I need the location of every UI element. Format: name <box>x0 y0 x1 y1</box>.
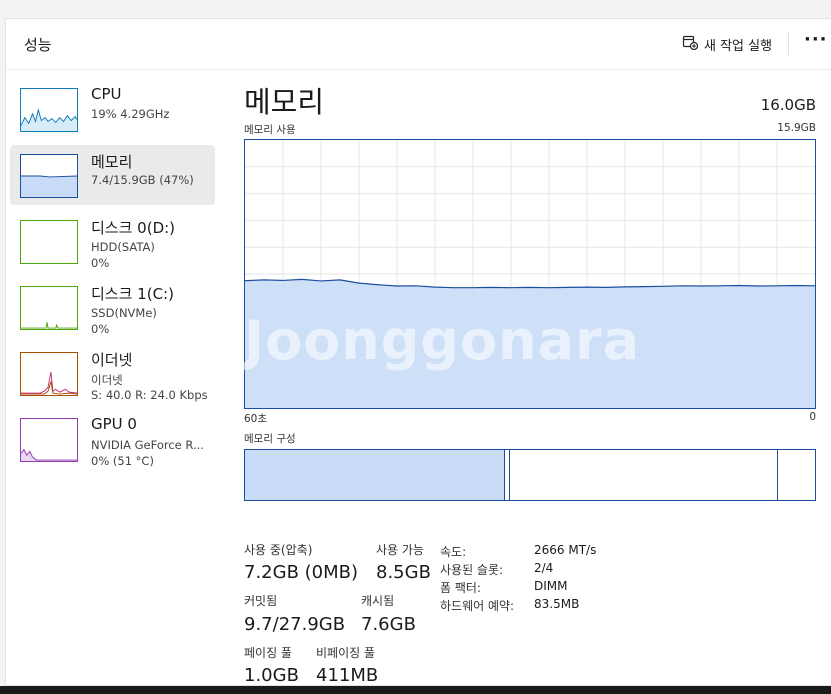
form-factor-value: DIMM <box>534 579 568 593</box>
cached-label: 캐시됨 <box>361 594 395 608</box>
top-strip <box>0 0 831 18</box>
composition-standby <box>510 450 778 500</box>
committed-label: 커밋됨 <box>244 594 278 608</box>
disk0-thumbnail-graph <box>20 220 78 264</box>
page-title: 성능 <box>24 36 52 54</box>
run-new-task-button[interactable]: 새 작업 실행 <box>682 34 772 54</box>
disk1-thumbnail-graph <box>20 286 78 330</box>
panel-title: 메모리 <box>244 85 325 119</box>
slots-used-key: 사용된 슬롯: <box>440 563 504 577</box>
available-label: 사용 가능 <box>376 543 424 557</box>
composition-label: 메모리 구성 <box>244 433 296 445</box>
cached-value: 7.6GB <box>361 614 416 635</box>
task-manager-window: 성능 새 작업 실행 ··· CPU 19% 4.29GHz 메모리 7.4/1… <box>5 18 831 686</box>
usage-graph-max: 15.9GB <box>777 122 816 134</box>
slots-used-value: 2/4 <box>534 561 554 575</box>
sidebar-item-usage: 0% <box>91 256 110 270</box>
sidebar-item-ethernet[interactable]: 이더넷 이더넷 S: 40.0 R: 24.0 Kbps <box>10 343 215 403</box>
time-axis-end: 0 <box>809 411 816 423</box>
hardware-reserved-key: 하드웨어 예약: <box>440 599 515 613</box>
new-task-icon <box>682 34 699 54</box>
hardware-reserved-value: 83.5MB <box>534 597 580 611</box>
header-bar: 성능 새 작업 실행 ··· <box>6 19 831 70</box>
usage-area <box>245 279 815 408</box>
more-options-button[interactable]: ··· <box>804 29 828 50</box>
nonpaged-pool-label: 비페이징 풀 <box>316 646 376 660</box>
in-use-label: 사용 중(압축) <box>244 543 313 557</box>
in-use-value: 7.2GB (0MB) <box>244 562 359 583</box>
sidebar-item-name: CPU <box>91 85 122 103</box>
memory-thumbnail-graph <box>20 154 78 198</box>
cpu-thumbnail-graph <box>20 88 78 132</box>
composition-free <box>778 450 814 500</box>
paged-pool-value: 1.0GB <box>244 665 299 686</box>
sidebar-item-detail: NVIDIA GeForce R... <box>91 438 204 452</box>
sidebar-item-usage: 0% (51 °C) <box>91 454 154 468</box>
sidebar-item-name: 메모리 <box>91 153 133 171</box>
sidebar-item-usage: 0% <box>91 322 110 336</box>
run-new-task-label: 새 작업 실행 <box>704 38 773 54</box>
paged-pool-label: 페이징 풀 <box>244 646 292 660</box>
memory-usage-graph <box>244 139 816 409</box>
sidebar-item-name: 디스크 1(C:) <box>91 285 174 303</box>
sidebar-item-detail: 이더넷 <box>91 373 123 387</box>
available-value: 8.5GB <box>376 562 431 583</box>
speed-key: 속도: <box>440 545 467 559</box>
header-divider <box>788 31 789 55</box>
taskbar-strip <box>0 686 831 694</box>
sidebar-item-name: 디스크 0(D:) <box>91 219 176 237</box>
ethernet-thumbnail-graph <box>20 352 78 396</box>
sidebar-item-disk-0[interactable]: 디스크 0(D:) HDD(SATA) 0% <box>10 211 215 271</box>
nonpaged-pool-value: 411MB <box>316 665 379 686</box>
sidebar-item-cpu[interactable]: CPU 19% 4.29GHz <box>10 79 215 139</box>
sidebar-item-throughput: S: 40.0 R: 24.0 Kbps <box>91 388 208 402</box>
memory-composition-bar <box>244 449 816 501</box>
committed-value: 9.7/27.9GB <box>244 614 346 635</box>
composition-in-use <box>245 450 505 500</box>
form-factor-key: 폼 팩터: <box>440 581 481 595</box>
usage-graph-label: 메모리 사용 <box>244 124 296 136</box>
sidebar-item-detail: 19% 4.29GHz <box>91 107 170 121</box>
sidebar-item-name: 이더넷 <box>91 351 133 369</box>
time-axis-start: 60초 <box>244 413 268 425</box>
sidebar-item-memory[interactable]: 메모리 7.4/15.9GB (47%) <box>10 145 215 205</box>
total-memory: 16.0GB <box>760 96 816 114</box>
sidebar-item-name: GPU 0 <box>91 415 137 433</box>
sidebar-item-detail: 7.4/15.9GB (47%) <box>91 173 194 187</box>
speed-value: 2666 MT/s <box>534 543 597 557</box>
sidebar-item-gpu[interactable]: GPU 0 NVIDIA GeForce R... 0% (51 °C) <box>10 409 215 469</box>
sidebar-item-detail: HDD(SATA) <box>91 240 155 254</box>
sidebar-item-detail: SSD(NVMe) <box>91 306 157 320</box>
gpu-thumbnail-graph <box>20 418 78 462</box>
sidebar-item-disk-1[interactable]: 디스크 1(C:) SSD(NVMe) 0% <box>10 277 215 337</box>
